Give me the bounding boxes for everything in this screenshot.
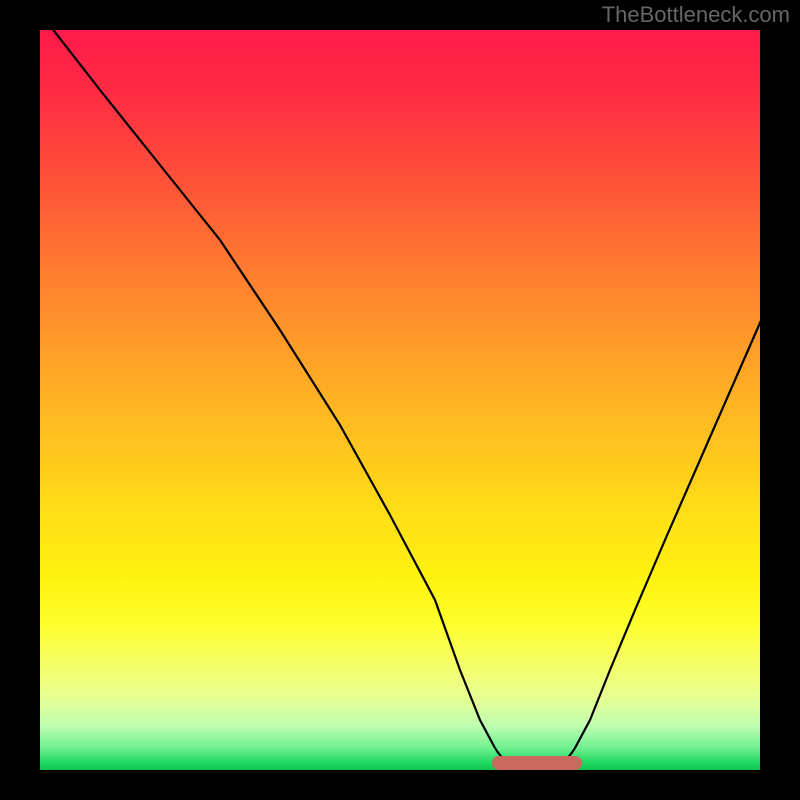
plot-area — [40, 30, 760, 770]
curve-path — [40, 30, 760, 765]
chart-frame: TheBottleneck.com — [0, 0, 800, 800]
watermark-text: TheBottleneck.com — [602, 2, 790, 28]
minimum-band-marker — [492, 756, 582, 770]
bottleneck-curve — [40, 30, 760, 770]
